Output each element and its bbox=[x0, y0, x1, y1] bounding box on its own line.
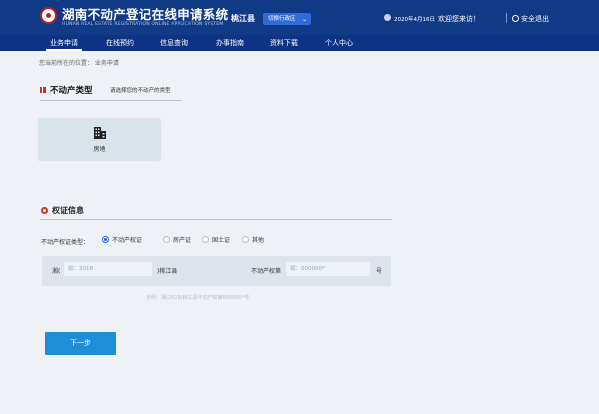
power-icon bbox=[512, 15, 519, 22]
bell-icon[interactable] bbox=[384, 14, 391, 21]
property-type-card-land-house[interactable]: 房地 bbox=[38, 118, 161, 160]
cert-prefix: 湘( bbox=[52, 268, 61, 275]
nav-item-online-booking[interactable]: 在线预约 bbox=[106, 35, 134, 51]
logout-button[interactable]: 安全退出 bbox=[512, 14, 549, 24]
current-date: 2020年4月16日 bbox=[394, 17, 435, 23]
nav-item-service-guide[interactable]: 办事指南 bbox=[216, 35, 244, 51]
emblem-logo-icon bbox=[40, 7, 57, 24]
radio-dot-icon bbox=[242, 236, 249, 243]
main-nav: 业务申请 在线预约 信息查询 办事指南 资料下载 个人中心 bbox=[0, 35, 599, 51]
section-marker-icon bbox=[41, 207, 48, 214]
system-subtitle: HUNAN REAL ESTATE REGISTRATION ONLINE AP… bbox=[62, 22, 224, 27]
property-type-hint: 请选择您的不动产的类型 bbox=[110, 88, 171, 94]
radio-dot-icon bbox=[102, 236, 109, 243]
radio-dot-icon bbox=[163, 236, 170, 243]
radio-label: 其他 bbox=[252, 237, 265, 244]
cert-suffix: 号 bbox=[376, 268, 383, 275]
next-step-button[interactable]: 下一步 bbox=[45, 332, 116, 355]
cert-county-text: )桃江县 bbox=[157, 268, 178, 275]
header-divider bbox=[506, 13, 507, 23]
welcome-text: 欢迎您来访！ bbox=[438, 15, 480, 23]
radio-land-cert[interactable]: 国土证 bbox=[202, 235, 230, 245]
system-title: 湖南不动产登记在线申请系统 bbox=[62, 7, 229, 22]
chevron-down-icon: ⌄ bbox=[301, 16, 307, 23]
nav-item-personal-center[interactable]: 个人中心 bbox=[325, 35, 353, 51]
top-header: 湖南不动产登记在线申请系统 HUNAN REAL ESTATE REGISTRA… bbox=[0, 0, 599, 35]
cert-number-input[interactable] bbox=[286, 262, 370, 276]
section-marker-icon bbox=[40, 87, 46, 93]
section-divider bbox=[40, 100, 182, 101]
radio-house-cert[interactable]: 房产证 bbox=[163, 235, 191, 245]
nav-item-downloads[interactable]: 资料下载 bbox=[270, 35, 298, 51]
radio-label: 国土证 bbox=[212, 237, 231, 244]
radio-label: 房产证 bbox=[173, 237, 192, 244]
building-icon bbox=[94, 127, 106, 139]
nav-item-info-query[interactable]: 信息查询 bbox=[160, 35, 188, 51]
cert-example-hint: 示例：湘(2019)桃江县不动产权第000000*号 bbox=[146, 295, 250, 301]
rights-info-title: 权证信息 bbox=[52, 206, 84, 215]
breadcrumb: 您当前所在的位置： 业务申请 bbox=[39, 60, 119, 67]
radio-other[interactable]: 其他 bbox=[242, 235, 264, 245]
radio-label: 不动产权证 bbox=[112, 237, 143, 244]
cert-year-input[interactable] bbox=[64, 262, 152, 276]
nav-item-business-apply[interactable]: 业务申请 bbox=[46, 35, 82, 51]
radio-real-estate-cert[interactable]: 不动产权证 bbox=[102, 235, 142, 245]
property-type-title: 不动产类型 bbox=[50, 86, 93, 96]
cert-type-label: 不动产权证类型： bbox=[41, 239, 90, 246]
property-type-card-label: 房地 bbox=[93, 146, 106, 153]
current-county: 桃江县 bbox=[231, 14, 255, 23]
radio-dot-icon bbox=[202, 236, 209, 243]
logout-label: 安全退出 bbox=[521, 15, 549, 23]
section-divider bbox=[40, 219, 392, 220]
switch-region-button[interactable]: 切换行政区 ⌄ bbox=[263, 13, 311, 25]
cert-number-label: 不动产权第 bbox=[251, 268, 282, 275]
switch-region-label: 切换行政区 bbox=[268, 16, 296, 22]
